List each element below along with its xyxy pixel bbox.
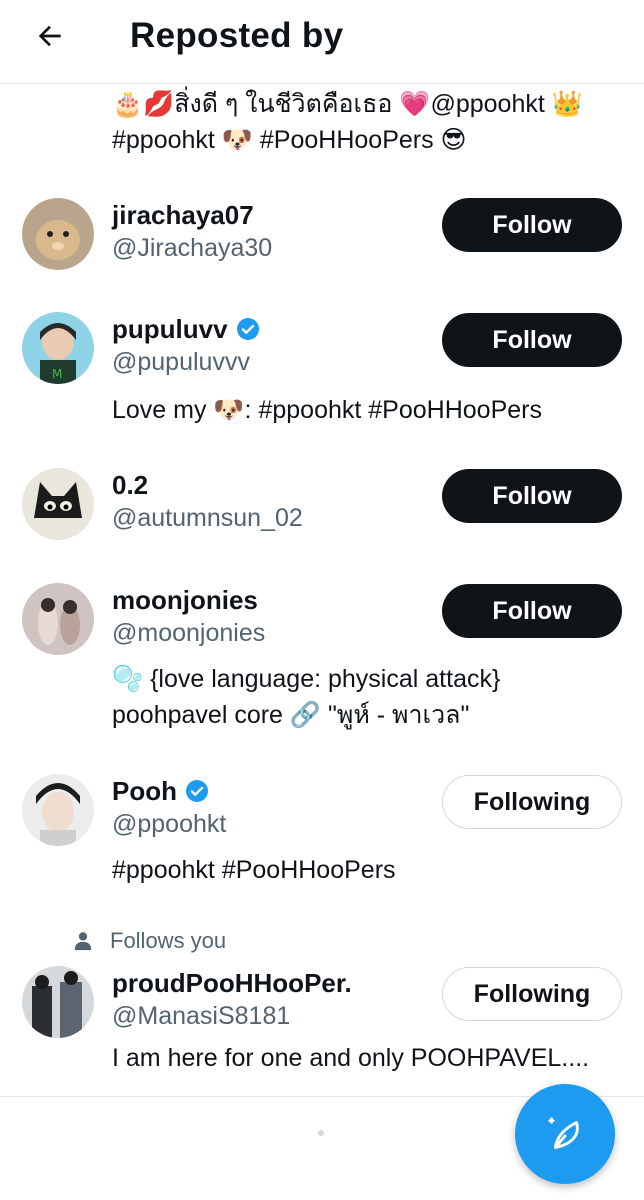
name-line: 0.2 bbox=[112, 468, 148, 502]
compose-post-icon bbox=[548, 1117, 579, 1149]
user-handle: @ManasiS8181 bbox=[112, 1002, 291, 1030]
name-line: proudPooHHooPer. bbox=[112, 966, 352, 1000]
bio-line: poohpavel core 🔗 "พูห์ - พาเวล" bbox=[112, 701, 470, 729]
user-row-proudpoohhooper[interactable]: proudPooHHooPer. @ManasiS8181 I am here … bbox=[0, 966, 644, 1086]
user-bio: #ppoohkt #PooHHooPers bbox=[112, 856, 396, 884]
avatar[interactable] bbox=[22, 198, 94, 270]
verified-badge-icon bbox=[236, 318, 259, 340]
display-name[interactable]: moonjonies bbox=[112, 585, 258, 616]
follows-you-context: Follows you bbox=[72, 928, 226, 954]
name-line: moonjonies bbox=[112, 583, 258, 617]
name-line: Pooh bbox=[112, 774, 209, 808]
display-name[interactable]: jirachaya07 bbox=[112, 200, 254, 231]
bio-line: #ppoohkt 🐶 #PooHHooPers 😎 bbox=[112, 126, 467, 154]
display-name[interactable]: 0.2 bbox=[112, 470, 148, 501]
follow-button[interactable]: Follow bbox=[442, 469, 622, 523]
user-handle: @pupuluvvv bbox=[112, 348, 250, 376]
user-handle: @Jirachaya30 bbox=[112, 234, 273, 262]
verified-badge-icon bbox=[186, 780, 208, 802]
display-name[interactable]: proudPooHHooPer. bbox=[112, 968, 352, 999]
page-indicator-dot bbox=[318, 1130, 324, 1136]
page-title: Reposted by bbox=[130, 16, 344, 55]
person-icon bbox=[74, 932, 92, 951]
compose-button[interactable] bbox=[515, 1084, 615, 1184]
top-app-bar: Reposted by bbox=[0, 0, 644, 84]
user-bio: Love my 🐶: #ppoohkt #PooHHooPers bbox=[112, 396, 542, 424]
user-row-moonjonies[interactable]: moonjonies @moonjonies 🫧 {love language:… bbox=[0, 583, 644, 743]
follow-button[interactable]: Follow bbox=[442, 198, 622, 252]
avatar[interactable] bbox=[22, 583, 94, 655]
following-button[interactable]: Following bbox=[442, 967, 622, 1021]
user-bio: 🫧 {love language: physical attack} poohp… bbox=[112, 661, 622, 733]
avatar[interactable] bbox=[22, 966, 94, 1038]
back-button[interactable] bbox=[28, 14, 72, 58]
user-handle: @moonjonies bbox=[112, 619, 266, 647]
user-handle: @autumnsun_02 bbox=[112, 504, 303, 532]
previous-user-bio: 🎂💋สิ่งดี ๆ ในชีวิตคือเธอ 💗@ppoohkt 👑 #pp… bbox=[112, 86, 612, 158]
name-line: jirachaya07 bbox=[112, 198, 254, 232]
svg-text:M: M bbox=[52, 367, 62, 381]
avatar[interactable] bbox=[22, 774, 94, 846]
user-row-jirachaya07[interactable]: jirachaya07 @Jirachaya30 Follow bbox=[0, 198, 644, 288]
bio-line: 🎂💋สิ่งดี ๆ ในชีวิตคือเธอ 💗@ppoohkt 👑 bbox=[112, 90, 583, 118]
follow-button[interactable]: Follow bbox=[442, 584, 622, 638]
display-name[interactable]: pupuluvv bbox=[112, 314, 228, 345]
follow-button[interactable]: Follow bbox=[442, 313, 622, 367]
user-bio: I am here for one and only POOHPAVEL.... bbox=[112, 1044, 590, 1072]
avatar[interactable] bbox=[22, 468, 94, 540]
name-line: pupuluvv bbox=[112, 312, 260, 346]
following-button[interactable]: Following bbox=[442, 775, 622, 829]
context-label: Follows you bbox=[110, 928, 227, 953]
user-row-0-2[interactable]: 0.2 @autumnsun_02 Follow bbox=[0, 468, 644, 558]
bio-line: 🫧 {love language: physical attack} bbox=[112, 665, 501, 693]
arrow-left-icon bbox=[38, 25, 61, 47]
display-name[interactable]: Pooh bbox=[112, 776, 177, 807]
user-row-pooh[interactable]: Pooh @ppoohkt #ppoohkt #PooHHooPers Foll… bbox=[0, 774, 644, 894]
avatar[interactable]: M bbox=[22, 312, 94, 384]
user-row-pupuluvv[interactable]: M pupuluvv @pupuluvvv Love my 🐶: #ppoohk… bbox=[0, 312, 644, 432]
user-handle: @ppoohkt bbox=[112, 810, 227, 838]
